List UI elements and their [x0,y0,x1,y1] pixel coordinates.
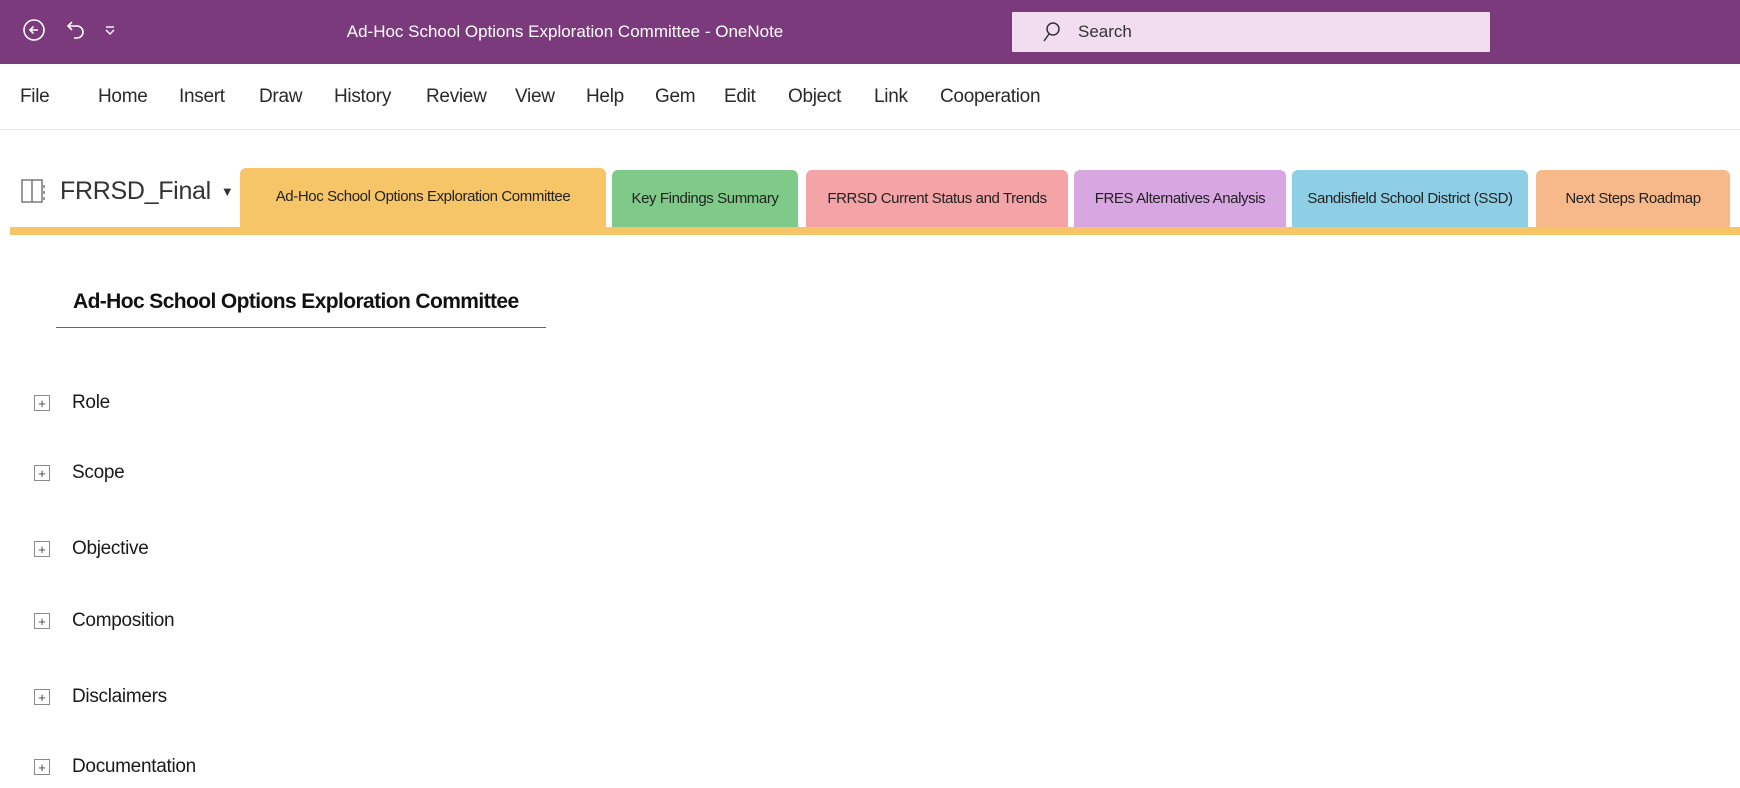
section-tab-ad-hoc-committee[interactable]: Ad-Hoc School Options Exploration Commit… [240,168,606,228]
menu-edit[interactable]: Edit [724,64,756,130]
menu-object[interactable]: Object [788,64,841,130]
outline-item-documentation: + Documentation [34,752,196,782]
outline-label[interactable]: Composition [72,610,175,632]
section-tab-fres-alternatives[interactable]: FRES Alternatives Analysis [1074,170,1286,228]
outline-item-objective: + Objective [34,534,149,564]
menu-insert[interactable]: Insert [179,64,225,130]
page-title-area[interactable]: Ad-Hoc School Options Exploration Commit… [56,284,546,328]
menu-view[interactable]: View [515,64,555,130]
section-tab-key-findings[interactable]: Key Findings Summary [612,170,798,228]
expand-icon[interactable]: + [34,395,50,411]
menu-draw[interactable]: Draw [259,64,302,130]
menu-link[interactable]: Link [874,64,908,130]
page-title[interactable]: Ad-Hoc School Options Exploration Commit… [73,290,519,314]
back-arrow-icon[interactable] [18,14,50,46]
menu-file[interactable]: File [20,64,50,130]
expand-icon[interactable]: + [34,613,50,629]
menu-help[interactable]: Help [586,64,624,130]
section-tab-frrsd-status[interactable]: FRRSD Current Status and Trends [806,170,1068,228]
section-tab-sandisfield[interactable]: Sandisfield School District (SSD) [1292,170,1528,228]
section-tab-next-steps[interactable]: Next Steps Roadmap [1536,170,1730,228]
chevron-down-icon[interactable]: ▼ [221,184,234,199]
menu-cooperation[interactable]: Cooperation [940,64,1041,130]
notebook-picker[interactable]: FRRSD_Final ▼ [20,174,234,208]
outline-label[interactable]: Objective [72,538,149,560]
outline-label[interactable]: Documentation [72,756,196,778]
expand-icon[interactable]: + [34,759,50,775]
menu-history[interactable]: History [334,64,391,130]
window-title: Ad-Hoc School Options Exploration Commit… [346,22,784,41]
outline-label[interactable]: Role [72,392,110,414]
search-box[interactable] [1012,12,1490,52]
undo-icon[interactable] [60,14,92,46]
menu-review[interactable]: Review [426,64,487,130]
expand-icon[interactable]: + [34,541,50,557]
search-icon [1043,22,1060,42]
menu-gem[interactable]: Gem [655,64,696,130]
customize-quick-access-icon[interactable] [100,14,120,46]
expand-icon[interactable]: + [34,465,50,481]
search-input[interactable] [1078,22,1458,42]
expand-icon[interactable]: + [34,689,50,705]
active-section-underline [10,227,1740,235]
outline-label[interactable]: Scope [72,462,125,484]
notebook-name: FRRSD_Final [60,176,211,205]
outline-label[interactable]: Disclaimers [72,686,167,708]
outline-item-role: + Role [34,388,110,418]
section-tabs-bar: FRRSD_Final ▼ Ad-Hoc School Options Expl… [0,130,1740,238]
menu-home[interactable]: Home [98,64,148,130]
outline-item-scope: + Scope [34,458,125,488]
outline-item-composition: + Composition [34,606,175,636]
outline-item-disclaimers: + Disclaimers [34,682,167,712]
ribbon-menu-bar: File Home Insert Draw History Review Vie… [0,64,1740,130]
notebook-icon [21,179,45,203]
title-bar: Ad-Hoc School Options Exploration Commit… [0,0,1740,64]
